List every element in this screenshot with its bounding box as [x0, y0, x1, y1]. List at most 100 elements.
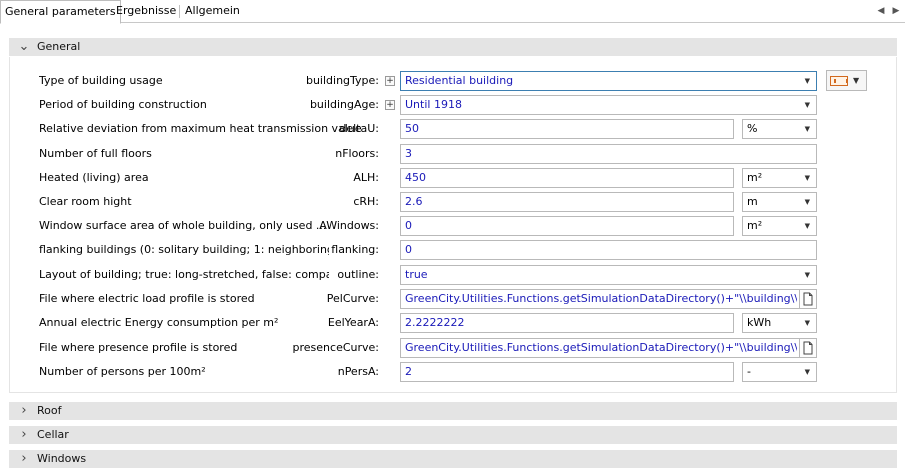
outline-dropdown[interactable]: true ▼	[400, 265, 817, 285]
tab-scroll-right-icon[interactable]: ▶	[889, 0, 903, 22]
dropdown-value: Residential building	[405, 74, 514, 87]
AWindows-input[interactable]: 0	[400, 216, 734, 236]
cRH-unit-select[interactable]: m ▼	[742, 192, 817, 212]
section-header-general[interactable]: ⌄ General	[9, 38, 897, 56]
section-header-cellar[interactable]: › Cellar	[9, 426, 897, 444]
param-name: nPersA:	[337, 365, 379, 378]
deltaU-unit-select[interactable]: % ▼	[742, 119, 817, 139]
param-description: flanking buildings (0: solitary building…	[39, 243, 329, 256]
AWindows-unit-select[interactable]: m² ▼	[742, 216, 817, 236]
dropdown-arrow-icon: ▼	[853, 76, 860, 85]
param-row-deltaU: Relative deviation from maximum heat tra…	[0, 118, 905, 140]
nPersA-input[interactable]: 2	[400, 362, 734, 382]
flanking-input[interactable]: 0	[400, 240, 817, 260]
param-row-nFloors: Number of full floors nFloors: 3	[0, 143, 905, 165]
input-value: GreenCity.Utilities.Functions.getSimulat…	[405, 341, 797, 354]
chevron-right-icon: ›	[21, 451, 27, 466]
param-name: ALH:	[353, 171, 379, 184]
param-name: AWindows:	[319, 219, 379, 232]
param-name: nFloors:	[335, 147, 379, 160]
dropdown-arrow-icon: ▼	[804, 77, 810, 85]
input-value: 50	[405, 122, 419, 135]
param-description: Heated (living) area	[39, 171, 149, 184]
param-row-PelCurve: File where electric load profile is stor…	[0, 288, 905, 310]
param-row-EelYearA: Annual electric Energy consumption per m…	[0, 312, 905, 334]
parameter-box-icon	[830, 76, 848, 86]
parameter-options-button[interactable]: ▼	[826, 70, 867, 91]
EelYearA-input[interactable]: 2.2222222	[400, 313, 734, 333]
param-description: Window surface area of whole building, o…	[39, 219, 327, 232]
dropdown-arrow-icon: ▼	[804, 319, 810, 327]
param-description: Relative deviation from maximum heat tra…	[39, 122, 362, 135]
param-row-outline: Layout of building; true: long-stretched…	[0, 264, 905, 286]
param-description: Number of full floors	[39, 147, 152, 160]
browse-file-button[interactable]	[799, 289, 817, 309]
section-title-general: General	[37, 40, 81, 53]
input-value: 2.6	[405, 195, 423, 208]
dropdown-value: true	[405, 268, 428, 281]
cRH-input[interactable]: 2.6	[400, 192, 734, 212]
tab-allgemein[interactable]: Allgemein	[181, 0, 244, 23]
ALH-input[interactable]: 450	[400, 168, 734, 188]
input-value: 2	[405, 365, 412, 378]
dropdown-arrow-icon: ▼	[804, 198, 810, 206]
buildingType-dropdown[interactable]: Residential building ▼	[400, 71, 817, 91]
param-description: Layout of building; true: long-stretched…	[39, 268, 329, 281]
dropdown-arrow-icon: ▼	[804, 101, 810, 109]
param-description: Annual electric Energy consumption per m…	[39, 316, 279, 329]
unit-value: m²	[747, 219, 763, 232]
param-name: presenceCurve:	[292, 341, 379, 354]
param-name: PelCurve:	[326, 292, 379, 305]
chevron-down-icon: ⌄	[18, 39, 30, 54]
param-row-cRH: Clear room hight cRH: 2.6 m ▼	[0, 191, 905, 213]
param-description: File where presence profile is stored	[39, 341, 238, 354]
unit-value: -	[747, 365, 751, 378]
nFloors-input[interactable]: 3	[400, 144, 817, 164]
dropdown-arrow-icon: ▼	[804, 222, 810, 230]
buildingAge-dropdown[interactable]: Until 1918 ▼	[400, 95, 817, 115]
deltaU-input[interactable]: 50	[400, 119, 734, 139]
tab-general-parameters[interactable]: General parameters	[0, 0, 121, 24]
chevron-right-icon: ›	[21, 403, 27, 418]
section-header-windows[interactable]: › Windows	[9, 450, 897, 468]
ALH-unit-select[interactable]: m² ▼	[742, 168, 817, 188]
param-description: Type of building usage	[39, 74, 163, 87]
tab-scroll-left-icon[interactable]: ◀	[874, 0, 888, 22]
section-title-cellar: Cellar	[37, 428, 69, 441]
param-description: Clear room hight	[39, 195, 132, 208]
file-icon	[803, 292, 813, 306]
input-value: GreenCity.Utilities.Functions.getSimulat…	[405, 292, 797, 305]
tab-separator	[179, 5, 180, 18]
nPersA-unit-select[interactable]: - ▼	[742, 362, 817, 382]
expand-plus-icon[interactable]: +	[385, 76, 395, 86]
param-name: flanking:	[331, 243, 379, 256]
input-value: 0	[405, 219, 412, 232]
unit-value: kWh	[747, 316, 772, 329]
param-description: Number of persons per 100m²	[39, 365, 206, 378]
input-value: 450	[405, 171, 426, 184]
input-value: 3	[405, 147, 412, 160]
param-row-ALH: Heated (living) area ALH: 450 m² ▼	[0, 167, 905, 189]
param-name: EelYearA:	[327, 316, 379, 329]
presenceCurve-input[interactable]: GreenCity.Utilities.Functions.getSimulat…	[400, 338, 800, 358]
param-name: buildingAge:	[309, 98, 379, 111]
section-header-roof[interactable]: › Roof	[9, 402, 897, 420]
unit-value: %	[747, 122, 758, 135]
input-value: 0	[405, 243, 412, 256]
dropdown-arrow-icon: ▼	[804, 174, 810, 182]
param-row-flanking: flanking buildings (0: solitary building…	[0, 239, 905, 261]
param-row-buildingAge: Period of building construction building…	[0, 94, 905, 116]
unit-value: m²	[747, 171, 763, 184]
param-row-buildingType: Type of building usage buildingType: + R…	[0, 70, 905, 92]
tab-ergebnisse[interactable]: Ergebnisse	[112, 0, 180, 23]
param-name: outline:	[337, 268, 379, 281]
EelYearA-unit-select[interactable]: kWh ▼	[742, 313, 817, 333]
PelCurve-input[interactable]: GreenCity.Utilities.Functions.getSimulat…	[400, 289, 800, 309]
param-name: deltaU:	[339, 122, 379, 135]
browse-file-button[interactable]	[799, 338, 817, 358]
section-title-windows: Windows	[37, 452, 87, 465]
dropdown-value: Until 1918	[405, 98, 462, 111]
expand-plus-icon[interactable]: +	[385, 100, 395, 110]
param-name: buildingType:	[305, 74, 379, 87]
dropdown-arrow-icon: ▼	[804, 125, 810, 133]
